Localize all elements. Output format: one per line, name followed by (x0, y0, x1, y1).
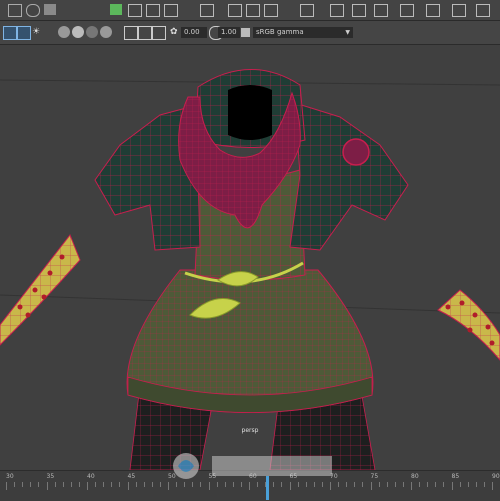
gamma-field[interactable]: 1.00 (218, 27, 240, 38)
anti-alias-icon[interactable] (100, 26, 112, 38)
chevron-down-icon: ▼ (345, 29, 350, 36)
scene-render (0, 69, 500, 471)
spiked-bat-left (0, 234, 81, 346)
history-icon[interactable] (200, 4, 214, 17)
timeline-tick (143, 482, 145, 487)
panel-toolbar: ☀ ✿ 0.00 1.00 sRGB gamma ▼ (0, 21, 500, 45)
isolate-select-icon[interactable] (124, 26, 138, 40)
top-shelf (0, 0, 500, 21)
timeline-tick (46, 482, 48, 490)
timeline-tick (111, 482, 113, 487)
shelf-icon-3[interactable] (374, 4, 388, 17)
frame-label: 90 (492, 473, 500, 480)
color-management-dropdown[interactable]: sRGB gamma ▼ (253, 27, 353, 38)
snap-grid-icon[interactable] (110, 4, 122, 15)
snap-curve-icon[interactable] (128, 4, 142, 17)
timeline-tick (459, 482, 461, 487)
timeline-tick (54, 482, 56, 487)
shelf-icon-5[interactable] (426, 4, 440, 17)
select-tool-icon[interactable] (8, 4, 22, 17)
ipr-render-icon[interactable] (246, 4, 260, 17)
timeline-tick (475, 482, 477, 487)
ambient-occlusion-icon[interactable] (72, 26, 84, 38)
hypershade-icon[interactable] (300, 4, 314, 17)
timeline-tick (411, 482, 412, 490)
timeline-tick (483, 482, 485, 487)
timeline-tick (435, 482, 437, 487)
timeline-tick (362, 482, 364, 487)
xray-joints-icon[interactable] (152, 26, 166, 40)
watermark-logo (173, 453, 332, 479)
timeline-tick (159, 482, 161, 487)
snap-point-icon[interactable] (146, 4, 160, 17)
render-settings-icon[interactable] (264, 4, 278, 17)
color-management-value: sRGB gamma (256, 28, 304, 36)
frame-label: 85 (451, 473, 460, 480)
timeline-tick (378, 482, 380, 487)
shelf-icon-6[interactable] (452, 4, 466, 17)
timeline-tick (95, 482, 97, 487)
timeline-tick (70, 482, 72, 487)
shelf-icon-7[interactable] (476, 4, 490, 17)
shelf-icon-4[interactable] (400, 4, 414, 17)
shadow-icon[interactable] (58, 26, 70, 38)
timeline-tick (151, 482, 153, 487)
timeline-tick (451, 482, 453, 490)
camera-label: persp (241, 427, 259, 434)
timeline-tick (62, 482, 64, 487)
color-management-icon[interactable] (241, 28, 250, 37)
snap-view-icon[interactable] (164, 4, 178, 17)
timeline-tick (103, 482, 105, 487)
timeline-tick (87, 482, 88, 490)
timeline-tick (6, 482, 7, 490)
dress-skirt-mesh (126, 269, 374, 413)
viewport-3d[interactable] (0, 45, 500, 471)
wireframe-on-shaded-icon[interactable] (17, 26, 31, 40)
timeline-tick (14, 482, 16, 487)
timeline-tick (119, 482, 121, 487)
timeline-tick (394, 482, 396, 487)
timeline-tick (492, 482, 493, 490)
light-icon[interactable]: ☀ (32, 26, 44, 38)
exposure-field[interactable]: 0.00 (181, 27, 207, 38)
frame-label: 40 (87, 473, 95, 480)
shelf-icon-2[interactable] (352, 4, 366, 17)
timeline-tick (78, 482, 80, 487)
timeline-tick (386, 482, 388, 487)
lasso-tool-icon[interactable] (26, 4, 40, 17)
frame-label: 35 (46, 473, 55, 480)
timeline-tick (370, 482, 372, 490)
timeline-tick (354, 482, 356, 487)
shoulder-patch (342, 138, 370, 166)
spiked-bat-right (437, 289, 500, 361)
motion-blur-icon[interactable] (86, 26, 98, 38)
timeline-tick (467, 482, 469, 487)
wireframe-icon[interactable] (3, 26, 17, 40)
timeline-tick (22, 482, 24, 487)
timeline-tick (127, 482, 129, 490)
frame-label: 30 (6, 473, 14, 480)
timeline-tick (402, 482, 404, 487)
frame-label: 45 (127, 473, 136, 480)
render-icon[interactable] (228, 4, 242, 17)
shelf-icon-1[interactable] (330, 4, 344, 17)
frame-label: 80 (411, 473, 419, 480)
timeline-tick (427, 482, 429, 487)
timeline-tick (443, 482, 445, 487)
timeline-tick (419, 482, 421, 487)
xray-icon[interactable] (138, 26, 152, 40)
jacket-right-mesh (289, 102, 409, 251)
timeline-tick (30, 482, 32, 487)
timeline-tick (38, 482, 40, 487)
frame-label: 75 (370, 473, 379, 480)
paint-select-icon[interactable] (44, 4, 56, 15)
timeline-tick (135, 482, 137, 487)
